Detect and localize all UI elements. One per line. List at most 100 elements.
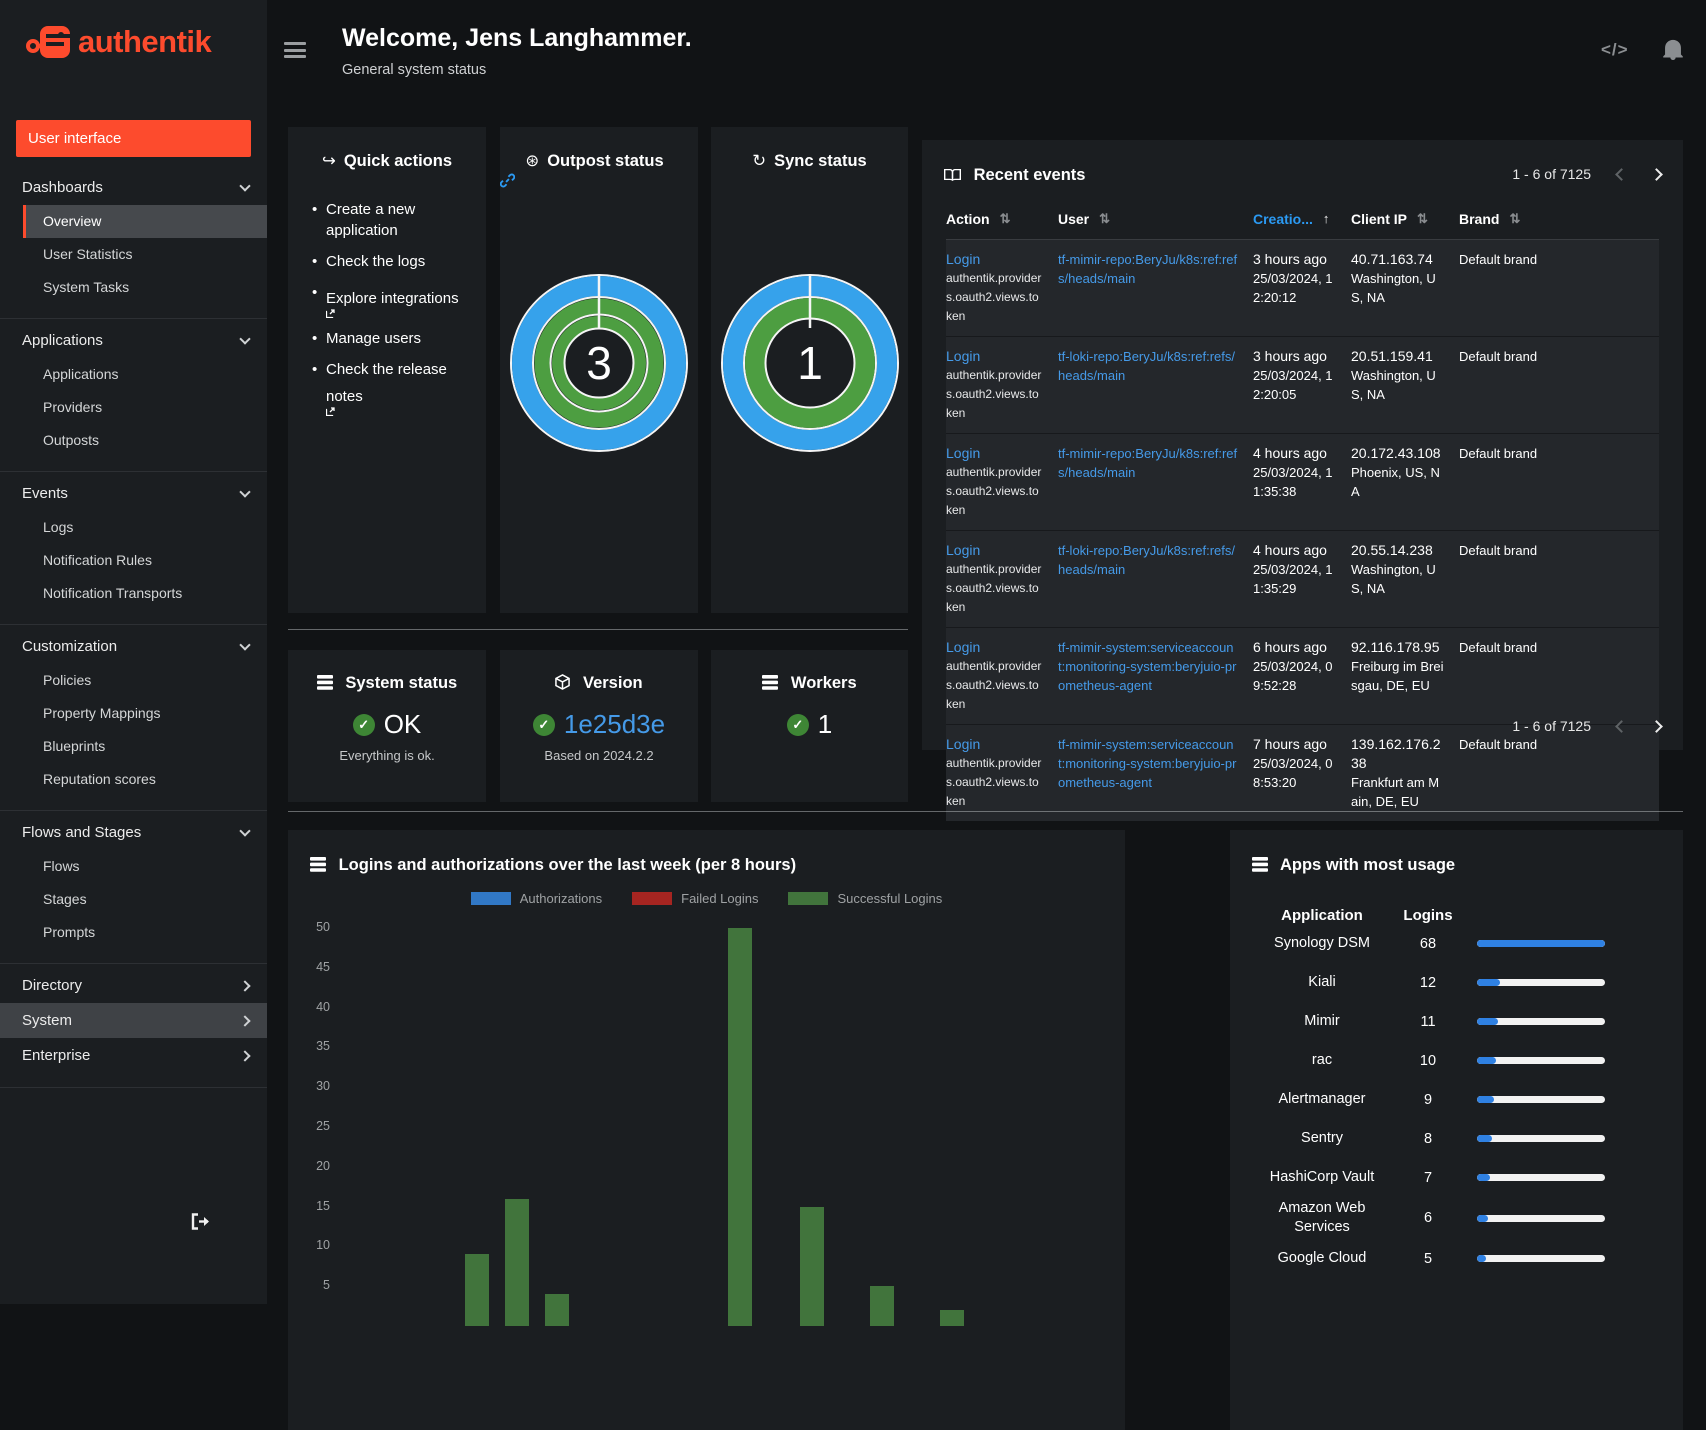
event-user-link[interactable]: tf-mimir-system:serviceaccount:monitorin…	[1058, 737, 1236, 790]
event-action-link[interactable]: Login	[946, 638, 1044, 657]
pagination-next-icon[interactable]	[1650, 719, 1663, 733]
book-icon	[944, 168, 961, 182]
sidebar-section-events[interactable]: Events	[0, 476, 267, 511]
sidebar-item-applications[interactable]: Applications	[0, 358, 267, 391]
quick-action-manage-users[interactable]: Manage users	[312, 328, 468, 349]
sort-icon: ⇅	[1099, 211, 1111, 226]
sidebar-section-system[interactable]: System	[0, 1003, 267, 1038]
column-header-creation[interactable]: Creatio... ↑	[1253, 211, 1351, 227]
column-header-client-ip[interactable]: Client IP ⇅	[1351, 211, 1459, 227]
sidebar-item-user-statistics[interactable]: User Statistics	[0, 238, 267, 271]
column-header-brand[interactable]: Brand ⇅	[1459, 211, 1659, 227]
sidebar-section-applications[interactable]: Applications	[0, 323, 267, 358]
y-tick-label: 50	[316, 920, 330, 934]
server-icon	[310, 857, 326, 872]
chevron-right-icon	[239, 1014, 251, 1027]
app-logins: 8	[1423, 1130, 1433, 1147]
event-row: Login authentik.providers.oauth2.views.t…	[946, 627, 1659, 724]
event-timestamp: 25/03/2024, 11:35:29	[1253, 562, 1333, 596]
usage-bar-track	[1477, 940, 1605, 947]
chart-bar	[940, 1310, 964, 1326]
event-brand: Default brand	[1459, 737, 1538, 752]
usage-bar-fill	[1477, 979, 1500, 986]
sidebar-section-dashboards[interactable]: Dashboards	[0, 170, 267, 205]
authentik-logo: authentik	[26, 22, 212, 62]
usage-bar-track	[1477, 1174, 1605, 1181]
sidebar-item-overview[interactable]: Overview	[23, 205, 267, 238]
version-link[interactable]: 1e25d3e	[564, 709, 665, 740]
event-brand: Default brand	[1459, 349, 1538, 364]
event-row: Login authentik.providers.oauth2.views.t…	[946, 336, 1659, 433]
avatar[interactable]	[47, 1204, 86, 1243]
event-context: authentik.providers.oauth2.views.token	[946, 465, 1042, 517]
quick-action-check-logs[interactable]: Check the logs	[312, 251, 468, 272]
sidebar-item-system-tasks[interactable]: System Tasks	[0, 271, 267, 304]
event-location: Frankfurt am Main, DE, EU	[1351, 775, 1440, 809]
check-circle-icon: ✓	[352, 713, 375, 736]
pagination-top: 1 - 6 of 7125	[1512, 166, 1663, 182]
event-action-link[interactable]: Login	[946, 444, 1044, 463]
notification-bell-icon[interactable]	[1663, 38, 1683, 60]
event-action-link[interactable]: Login	[946, 541, 1044, 560]
server-icon	[762, 675, 779, 690]
workers-value: 1	[817, 709, 833, 739]
legend-swatch	[788, 892, 829, 905]
pagination-next-icon[interactable]	[1650, 167, 1663, 181]
event-user-link[interactable]: tf-loki-repo:BeryJu/k8s:ref:refs/heads/m…	[1058, 543, 1235, 577]
sidebar-item-stages[interactable]: Stages	[0, 883, 267, 916]
check-circle-icon: ✓	[532, 713, 555, 736]
usage-bar-track	[1477, 1214, 1605, 1222]
quick-action-release-notes[interactable]: Check the release notes	[312, 359, 468, 416]
sidebar-section-enterprise[interactable]: Enterprise	[0, 1038, 267, 1073]
sidebar-item-notification-transports[interactable]: Notification Transports	[0, 577, 267, 610]
y-tick-label: 25	[316, 1119, 330, 1133]
sidebar-item-reputation-scores[interactable]: Reputation scores	[0, 763, 267, 796]
sidebar-item-prompts[interactable]: Prompts	[0, 916, 267, 949]
chevron-down-icon	[239, 179, 251, 192]
legend-item: Successful Logins	[788, 891, 942, 906]
event-user-link[interactable]: tf-mimir-system:serviceaccount:monitorin…	[1058, 640, 1236, 693]
pagination-prev-icon[interactable]	[1615, 719, 1628, 733]
event-timestamp: 25/03/2024, 09:52:28	[1253, 659, 1333, 693]
api-code-icon[interactable]: </>	[1601, 40, 1629, 60]
sidebar-item-policies[interactable]: Policies	[0, 664, 267, 697]
y-tick-label: 5	[323, 1278, 330, 1293]
event-action-link[interactable]: Login	[946, 347, 1044, 366]
sidebar-item-notification-rules[interactable]: Notification Rules	[0, 544, 267, 577]
event-user-link[interactable]: tf-mimir-repo:BeryJu/k8s:ref:refs/heads/…	[1058, 252, 1237, 286]
event-user-link[interactable]: tf-mimir-repo:BeryJu/k8s:ref:refs/heads/…	[1058, 446, 1237, 480]
app-logins: 11	[1420, 1013, 1436, 1030]
user-interface-button[interactable]: User interface	[16, 120, 251, 157]
column-header-user[interactable]: User ⇅	[1058, 211, 1253, 227]
chart-plot	[338, 928, 1095, 1326]
event-action-link[interactable]: Login	[946, 735, 1044, 754]
sidebar-item-flows[interactable]: Flows	[0, 850, 267, 883]
sidebar-section-customization[interactable]: Customization	[0, 629, 267, 664]
event-action-link[interactable]: Login	[946, 250, 1044, 269]
sidebar-item-logs[interactable]: Logs	[0, 511, 267, 544]
page-title: Welcome, Jens Langhammer.	[342, 24, 692, 52]
app-usage-row: Alertmanager 9	[1230, 1080, 1683, 1119]
column-header-action[interactable]: Action ⇅	[946, 211, 1058, 227]
pagination-prev-icon[interactable]	[1615, 167, 1628, 181]
event-location: Phoenix, US, NA	[1351, 465, 1440, 499]
event-user-link[interactable]: tf-loki-repo:BeryJu/k8s:ref:refs/heads/m…	[1058, 349, 1235, 383]
sidebar-item-blueprints[interactable]: Blueprints	[0, 730, 267, 763]
sidebar-section-flows-and-stages[interactable]: Flows and Stages	[0, 815, 267, 850]
sidebar-item-providers[interactable]: Providers	[0, 391, 267, 424]
sidebar-divider	[0, 963, 267, 964]
event-timestamp: 25/03/2024, 08:53:20	[1253, 756, 1333, 790]
logo-wordmark: authentik	[78, 24, 212, 59]
sidebar-item-property-mappings[interactable]: Property Mappings	[0, 697, 267, 730]
sidebar-section-directory[interactable]: Directory	[0, 968, 267, 1003]
quick-action-explore-integrations[interactable]: Explore integrations	[312, 282, 468, 318]
sidebar-item-outposts[interactable]: Outposts	[0, 424, 267, 457]
legend-item: Authorizations	[470, 891, 603, 906]
logout-icon[interactable]	[190, 1212, 212, 1231]
app-logins: 7	[1423, 1169, 1433, 1186]
link-icon[interactable]	[500, 173, 698, 188]
quick-action-create-application[interactable]: Create a new application	[312, 199, 468, 241]
legend-label: Authorizations	[519, 891, 603, 906]
quick-actions-list: Create a new application Check the logs …	[312, 199, 486, 416]
hamburger-menu-icon[interactable]	[284, 42, 306, 58]
